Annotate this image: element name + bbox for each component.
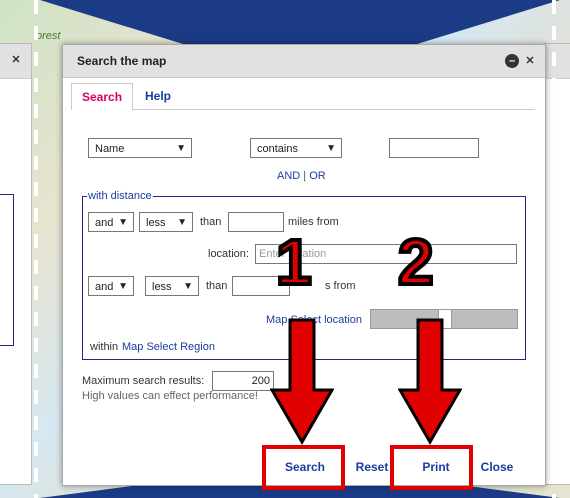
close-icon: ✕	[11, 54, 21, 66]
map-label-forest: orest	[36, 30, 61, 42]
distance-legend: with distance	[87, 190, 153, 202]
background-dialog-left: ✕	[0, 43, 32, 485]
chevron-down-icon: ▼	[118, 217, 128, 228]
miles-from-label-2: s from	[325, 280, 356, 292]
chevron-down-icon: ▼	[183, 281, 193, 292]
conj-select-2[interactable]: and ▼	[88, 276, 134, 296]
reset-button[interactable]: Reset	[350, 455, 394, 479]
cmp-select-1-value: less	[146, 217, 166, 229]
dialog-titlebar: Search the map – ✕	[63, 45, 545, 78]
conj-select-1[interactable]: and ▼	[88, 212, 134, 232]
chevron-down-icon: ▼	[326, 143, 336, 154]
max-results-input[interactable]: 200	[212, 371, 274, 391]
tab-bar: Search Help	[71, 79, 535, 110]
minus-circle-icon[interactable]: –	[505, 54, 519, 68]
tab-help[interactable]: Help	[135, 83, 182, 109]
highlight-box-print	[390, 445, 473, 490]
than-label-1: than	[200, 216, 222, 228]
and-link[interactable]: AND	[277, 170, 300, 182]
step-number-2: 2	[396, 224, 436, 300]
chevron-down-icon: ▼	[177, 217, 187, 228]
dashed-stripe	[34, 0, 38, 498]
conj-select-2-value: and	[95, 281, 114, 293]
cmp-select-1[interactable]: less ▼	[139, 212, 193, 232]
or-link[interactable]: OR	[309, 170, 326, 182]
cmp-select-2[interactable]: less ▼	[145, 276, 199, 296]
performance-note: High values can effect performance!	[82, 390, 258, 402]
field-select-value: Name	[95, 143, 125, 155]
close-button[interactable]: Close	[474, 455, 520, 479]
operator-select-value: contains	[257, 143, 298, 155]
within-label: within	[90, 341, 119, 353]
map-select-region-link[interactable]: Map Select Region	[122, 341, 215, 353]
conj-select-1-value: and	[95, 217, 114, 229]
step-number-1: 1	[274, 224, 314, 300]
location-label: location:	[208, 248, 249, 260]
operator-select[interactable]: contains ▼	[250, 138, 342, 158]
cmp-select-2-value: less	[152, 281, 172, 293]
chevron-down-icon: ▼	[118, 281, 128, 292]
close-icon[interactable]: ✕	[523, 54, 537, 68]
highlight-box-search	[262, 445, 345, 490]
and-or-separator: |	[300, 170, 310, 182]
field-select[interactable]: Name ▼	[88, 138, 192, 158]
tab-search[interactable]: Search	[71, 83, 134, 110]
criteria-value-input[interactable]	[389, 138, 479, 158]
chevron-down-icon: ▼	[176, 143, 186, 154]
background-dialog-right	[544, 43, 570, 485]
down-arrow-2	[398, 318, 462, 446]
max-results-label: Maximum search results:	[82, 375, 205, 387]
than-label-2: than	[206, 280, 228, 292]
dialog-title: Search the map	[77, 54, 167, 68]
and-or-links: AND | OR	[277, 170, 326, 182]
background-fieldset	[0, 194, 14, 346]
dashed-stripe	[552, 0, 556, 498]
down-arrow-1	[270, 318, 334, 446]
